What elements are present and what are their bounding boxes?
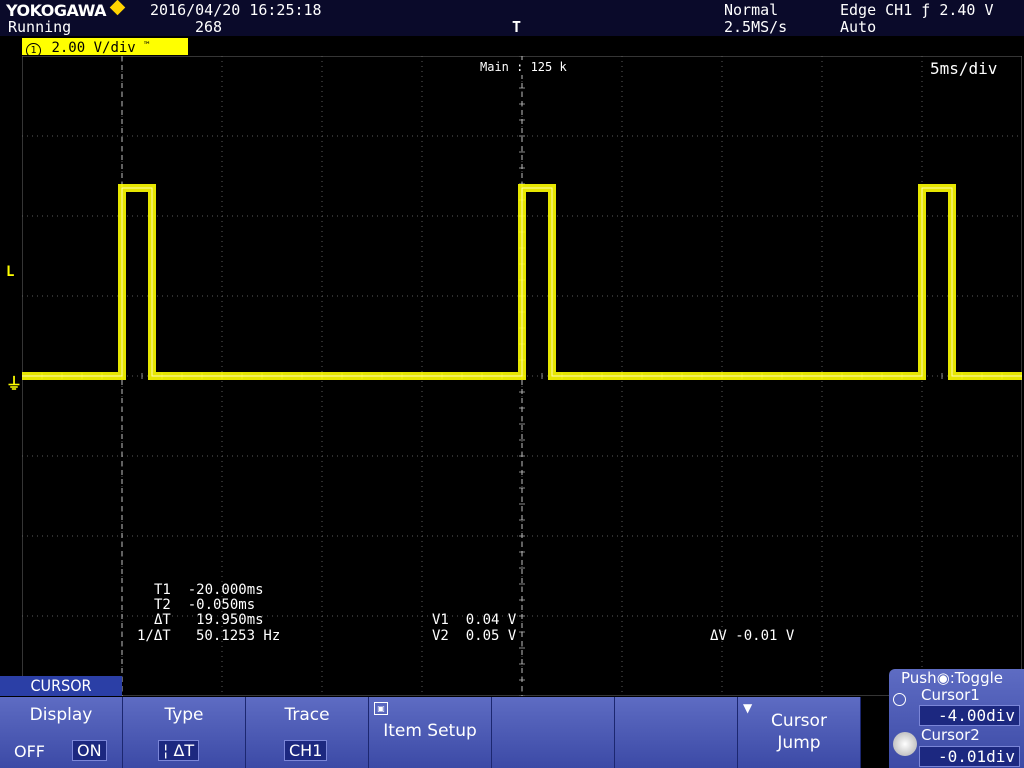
display-button[interactable]: Display OFF ON [0, 697, 123, 768]
empty-softkey-5[interactable] [492, 697, 615, 768]
cursor-v2: V2 0.05 V [432, 628, 517, 644]
trigger-setting: Edge CH1 ƒ 2.40 V [840, 1, 994, 19]
type-button[interactable]: Type ¦ ΔT [123, 697, 246, 768]
timebase: 5ms/div [930, 59, 998, 78]
cursor-v1: V1 0.04 V [432, 612, 517, 628]
bandwidth-limit-icon: ™ [144, 41, 150, 51]
type-value: ¦ ΔT [158, 740, 200, 761]
ground-marker-icon: ⏚ [6, 374, 23, 393]
empty-softkey-6[interactable] [615, 697, 738, 768]
waveform-display[interactable]: Main : 125 k 5ms/div T1 -20.000ms T2 -0.… [21, 55, 1023, 697]
cursor1-label: Cursor1 [921, 686, 980, 704]
acquisition-mode: Normal [724, 1, 779, 19]
acquisition-count: 268 [195, 18, 223, 36]
cursor-delta-v: ΔV -0.01 V [710, 628, 795, 644]
display-button-label: Display [29, 705, 93, 725]
knob-small-icon [893, 693, 906, 706]
trace-button[interactable]: Trace CH1 [246, 697, 369, 768]
display-off-option[interactable]: OFF [14, 742, 45, 761]
cursor-jump-button[interactable]: ▼ Cursor Jump [738, 697, 861, 768]
cursor2-value[interactable]: -0.01div [919, 746, 1020, 767]
trace-value: CH1 [284, 740, 328, 761]
item-setup-label: Item Setup [383, 721, 477, 741]
trigger-position-icon: T [512, 18, 522, 36]
cursor-frequency: 1/ΔT 50.1253 Hz [137, 628, 281, 644]
item-setup-button[interactable]: ▣ Item Setup [369, 697, 492, 768]
display-on-option[interactable]: ON [72, 740, 107, 761]
trigger-level-marker-icon: L [6, 264, 15, 280]
cursor-jump-label-2: Jump [777, 733, 821, 753]
trace-button-label: Trace [284, 705, 330, 725]
cursor-knob-panel[interactable]: Push◉:Toggle Cursor1 -4.00div Cursor2 -0… [889, 669, 1024, 768]
cursor-delta-t: ΔT 19.950ms [154, 612, 264, 628]
trigger-mode: Auto [840, 18, 877, 36]
cursor1-value[interactable]: -4.00div [919, 705, 1020, 726]
status-bar: YOKOGAWA 2016/04/20 16:25:18 Running 268… [0, 0, 1024, 36]
channel-scale: 2.00 V/div [51, 40, 136, 56]
menu-title-cursor: CURSOR [0, 676, 122, 696]
knob-large-icon [893, 732, 917, 756]
item-setup-icon: ▣ [374, 702, 388, 715]
cursor2-label: Cursor2 [921, 726, 980, 744]
cursor-jump-label: Cursor [771, 711, 827, 731]
run-status: Running [8, 18, 72, 36]
push-toggle-label: Push◉:Toggle [901, 669, 1003, 687]
zoom-info: Main : 125 k [480, 60, 567, 75]
type-button-label: Type [164, 705, 204, 725]
channel-scale-bar[interactable]: 1 2.00 V/div ™ [22, 38, 188, 58]
cursor-t1: T1 -20.000ms [154, 582, 264, 598]
brand-diamond-icon [109, 0, 126, 16]
cursor-t2: T2 -0.050ms [154, 597, 256, 613]
datetime: 2016/04/20 16:25:18 [150, 1, 322, 19]
sample-rate: 2.5MS/s [724, 18, 788, 36]
